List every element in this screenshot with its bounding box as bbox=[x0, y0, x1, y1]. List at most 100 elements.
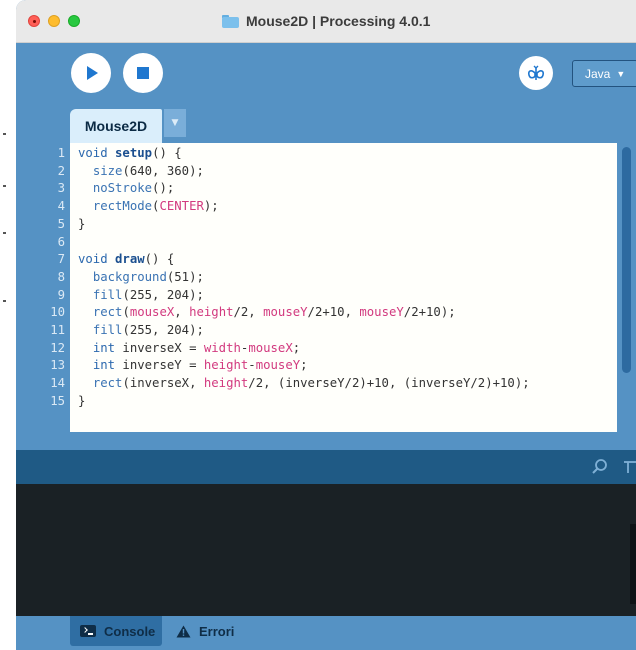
code-line[interactable]: 10 rect(mouseX, height/2, mouseY/2+10, m… bbox=[16, 304, 619, 322]
code-text: void draw() { bbox=[78, 251, 174, 269]
code-token: } bbox=[78, 393, 86, 408]
code-token: CENTER bbox=[159, 199, 204, 214]
line-number: 4 bbox=[57, 199, 65, 214]
code-token: () { bbox=[152, 146, 182, 160]
code-token: noStroke bbox=[92, 181, 153, 196]
code-token: mouseX bbox=[248, 340, 293, 355]
code-line[interactable]: 15} bbox=[16, 393, 619, 411]
code-text: background(51); bbox=[78, 269, 204, 287]
code-token: inverseX = bbox=[115, 340, 204, 355]
code-token: void bbox=[78, 252, 116, 267]
line-number: 2 bbox=[57, 163, 65, 178]
code-token: background bbox=[92, 269, 167, 284]
code-editor[interactable]: 1 void setup() {2 size(640, 360); 3 noStro… bbox=[16, 143, 619, 432]
code-token: mouseY bbox=[255, 358, 301, 373]
code-token: /2+10, bbox=[307, 305, 360, 320]
editor-scrollbar-thumb[interactable] bbox=[622, 147, 631, 373]
code-text: int inverseX = width-mouseX; bbox=[78, 340, 300, 358]
code-token: mouseY bbox=[359, 305, 404, 320]
code-line[interactable]: 6 bbox=[16, 234, 619, 252]
code-token: height bbox=[189, 305, 234, 320]
code-token: int bbox=[92, 358, 116, 373]
butterfly-debug-icon bbox=[528, 65, 544, 80]
search-icon[interactable] bbox=[591, 458, 609, 476]
stop-icon bbox=[137, 67, 149, 79]
code-text: } bbox=[78, 216, 85, 234]
code-line[interactable]: 7 void draw() { bbox=[16, 251, 619, 269]
code-token: setup bbox=[115, 146, 153, 160]
code-text: int inverseY = height-mouseY; bbox=[78, 357, 308, 375]
code-line[interactable]: 13 int inverseY = height-mouseY; bbox=[16, 357, 619, 375]
code-token: inverseY = bbox=[115, 358, 204, 373]
line-number: 1 bbox=[57, 146, 65, 160]
code-token: ; bbox=[292, 340, 301, 355]
line-number: 9 bbox=[57, 287, 65, 302]
line-number: 10 bbox=[50, 305, 65, 320]
tab-mouse2d[interactable]: Mouse2D bbox=[70, 109, 162, 143]
code-token: rectMode bbox=[92, 199, 153, 214]
code-text: rectMode(CENTER); bbox=[78, 198, 219, 216]
code-line[interactable]: 1 void setup() { bbox=[16, 145, 619, 163]
code-token: ); bbox=[203, 199, 219, 214]
code-token: - bbox=[248, 358, 256, 373]
code-token: draw bbox=[115, 252, 145, 267]
console-icon bbox=[80, 625, 96, 637]
code-token: width bbox=[203, 340, 241, 355]
mode-selector[interactable]: Java ▼ bbox=[572, 60, 636, 87]
code-token: (51); bbox=[166, 269, 204, 284]
code-line[interactable]: 4 rectMode(CENTER); bbox=[16, 198, 619, 216]
line-number: 3 bbox=[57, 181, 65, 196]
code-token: (640, 360); bbox=[122, 163, 204, 178]
code-token: } bbox=[78, 216, 86, 231]
code-token: fill bbox=[92, 323, 123, 337]
tab-menu-button[interactable]: ▼ bbox=[164, 109, 186, 137]
close-window-button[interactable] bbox=[28, 15, 40, 27]
errors-tab-label: Errori bbox=[199, 623, 235, 639]
zoom-window-button[interactable] bbox=[68, 15, 80, 27]
code-token: height bbox=[203, 358, 249, 373]
clear-console-icon[interactable] bbox=[622, 458, 636, 476]
code-line[interactable]: 3 noStroke(); bbox=[16, 180, 619, 198]
code-token: mouseX bbox=[129, 305, 175, 320]
stop-button[interactable] bbox=[123, 53, 163, 93]
debug-button[interactable] bbox=[519, 56, 553, 90]
line-number: 7 bbox=[57, 252, 65, 267]
code-token: fill bbox=[92, 287, 123, 302]
code-line[interactable]: 9 fill(255, 204); bbox=[16, 287, 619, 305]
window-title: Mouse2D | Processing 4.0.1 bbox=[246, 13, 431, 29]
code-text: rect(inverseX, height/2, (inverseY/2)+10… bbox=[78, 375, 530, 393]
title-bar: Mouse2D | Processing 4.0.1 bbox=[16, 0, 636, 43]
play-icon bbox=[87, 66, 98, 80]
code-token: size bbox=[92, 163, 123, 178]
code-line[interactable]: 2 size(640, 360); bbox=[16, 163, 619, 181]
code-line[interactable]: 5} bbox=[16, 216, 619, 234]
code-token: (inverseX, bbox=[122, 376, 204, 391]
code-line[interactable]: 14 rect(inverseX, height/2, (inverseY/2)… bbox=[16, 375, 619, 393]
code-line[interactable]: 12 int inverseX = width-mouseX; bbox=[16, 340, 619, 358]
run-button[interactable] bbox=[71, 53, 111, 93]
code-text: fill(255, 204); bbox=[78, 287, 204, 305]
code-token: (255, 204); bbox=[122, 287, 204, 302]
line-number: 15 bbox=[50, 393, 65, 408]
code-line[interactable]: 8 background(51); bbox=[16, 269, 619, 287]
minimize-window-button[interactable] bbox=[48, 15, 60, 27]
code-text: } bbox=[78, 393, 85, 411]
line-number: 6 bbox=[57, 234, 65, 249]
line-number: 5 bbox=[57, 216, 65, 231]
console-output[interactable] bbox=[16, 484, 636, 616]
console-scrollbar[interactable] bbox=[630, 524, 636, 604]
code-line[interactable]: 11 fill(255, 204); bbox=[16, 322, 619, 340]
code-token: rect bbox=[92, 376, 123, 391]
processing-window: Mouse2D | Processing 4.0.1 Java ▼ Mouse2… bbox=[16, 0, 636, 650]
tab-console[interactable]: Console bbox=[70, 616, 162, 646]
line-number: 11 bbox=[50, 323, 65, 337]
tab-errors[interactable]: Errori bbox=[176, 616, 234, 646]
